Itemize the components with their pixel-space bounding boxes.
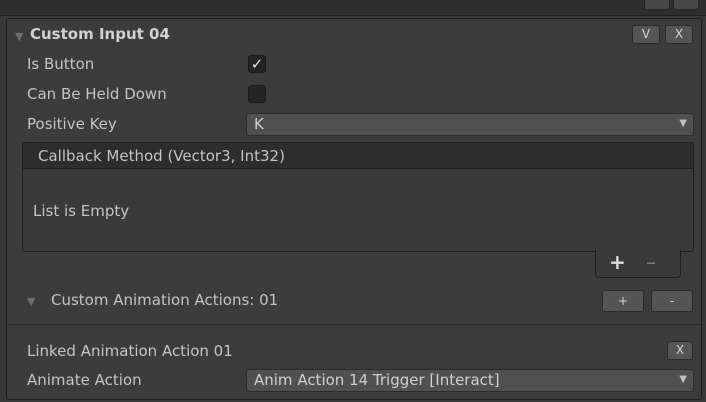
callback-remove-button[interactable]: – <box>646 250 656 274</box>
positive-key-value: K <box>254 115 264 133</box>
x-button[interactable]: X <box>665 25 693 44</box>
callback-add-button[interactable]: + <box>609 250 626 274</box>
animation-remove-button[interactable]: - <box>651 290 693 312</box>
list-empty-text: List is Empty <box>33 202 130 220</box>
linked-action-remove-button[interactable]: X <box>667 341 693 360</box>
can-be-held-down-checkbox[interactable] <box>248 85 266 103</box>
v-button[interactable]: V <box>632 25 660 44</box>
dropdown-arrow-icon: ▼ <box>679 118 687 129</box>
animation-foldout-arrow-icon[interactable]: ▼ <box>27 295 35 308</box>
animate-action-value: Anim Action 14 Trigger [Interact] <box>254 371 500 389</box>
checkmark-icon: ✓ <box>250 55 264 73</box>
positive-key-dropdown[interactable]: K ▼ <box>246 113 694 136</box>
can-be-held-down-label: Can Be Held Down <box>27 85 167 103</box>
positive-key-label: Positive Key <box>27 115 117 133</box>
is-button-label: Is Button <box>27 55 95 73</box>
linked-action-title: Linked Animation Action 01 <box>27 342 233 360</box>
animation-add-button[interactable]: + <box>602 290 644 312</box>
foldout-arrow-icon[interactable]: ▼ <box>15 30 23 43</box>
animation-actions-title: Custom Animation Actions: 01 <box>51 291 279 309</box>
animate-action-dropdown[interactable]: Anim Action 14 Trigger [Interact] ▼ <box>246 369 694 392</box>
dropdown-arrow-icon: ▼ <box>679 374 687 385</box>
section-divider <box>7 324 701 325</box>
animate-action-label: Animate Action <box>27 371 142 389</box>
is-button-checkbox[interactable]: ✓ <box>248 55 266 73</box>
callback-header-label: Callback Method (Vector3, Int32) <box>38 147 285 165</box>
top-v-button[interactable] <box>644 0 670 10</box>
top-x-button[interactable] <box>673 0 699 10</box>
callback-add-remove-footer <box>595 250 681 278</box>
section-title: Custom Input 04 <box>30 25 170 43</box>
top-strip <box>0 0 706 16</box>
